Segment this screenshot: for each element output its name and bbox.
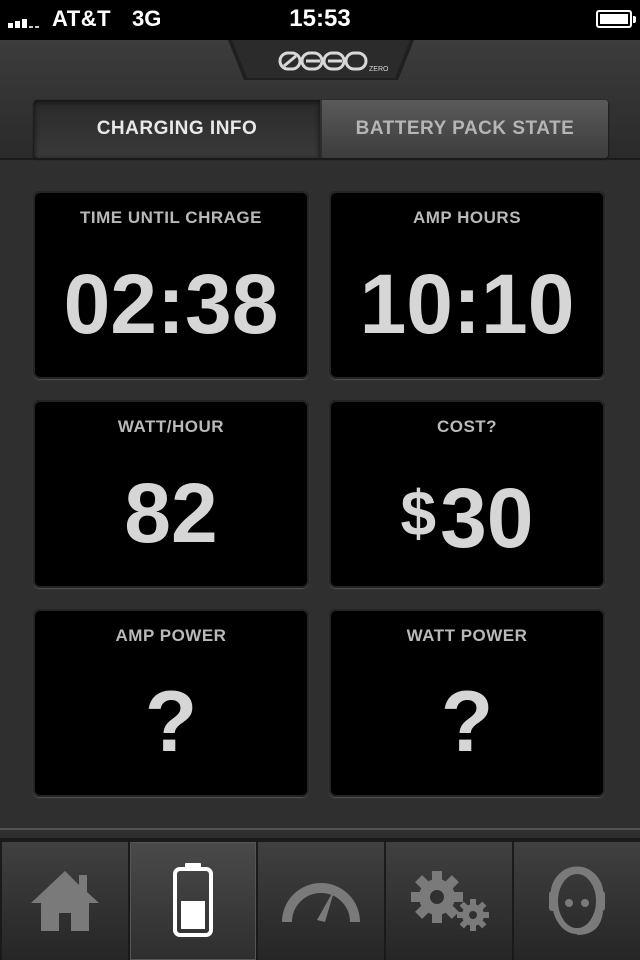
tile-value: 02:38 xyxy=(63,257,279,351)
battery-icon xyxy=(173,863,213,937)
divider xyxy=(0,158,640,160)
watt-power-tile: WATT POWER ? xyxy=(329,609,605,797)
tile-label: TIME UNTIL CHRAGE xyxy=(80,208,262,227)
tab-settings[interactable] xyxy=(386,842,512,960)
tab-battery[interactable] xyxy=(130,842,256,960)
tab-speedometer[interactable] xyxy=(258,842,384,960)
cost-tile: COST? $30 xyxy=(329,400,605,588)
home-icon xyxy=(31,871,99,931)
speedometer-icon xyxy=(282,883,360,923)
divider xyxy=(0,828,640,830)
tab-support[interactable] xyxy=(514,842,640,960)
tab-battery-pack-state[interactable]: BATTERY PACK STATE xyxy=(322,100,608,158)
info-segmented-control: CHARGING INFO BATTERY PACK STATE xyxy=(34,100,608,158)
tile-label: WATT POWER xyxy=(406,626,528,645)
cost-amount: 30 xyxy=(440,471,534,565)
time-until-charge-tile: TIME UNTIL CHRAGE 02:38 xyxy=(33,191,309,379)
amp-power-tile: AMP POWER ? xyxy=(33,609,309,797)
watt-hour-tile: WATT/HOUR 82 xyxy=(33,400,309,588)
status-time: 15:53 xyxy=(289,5,351,32)
tile-value: 10:10 xyxy=(359,257,575,351)
zero-logo: ZERO xyxy=(228,40,414,82)
tile-value: 82 xyxy=(124,466,218,560)
gears-icon xyxy=(411,871,489,931)
tile-value: ? xyxy=(144,674,198,770)
tab-home[interactable] xyxy=(2,842,128,960)
tile-value: $30 xyxy=(329,468,605,563)
tile-label: AMP POWER xyxy=(115,626,227,645)
tile-value: ? xyxy=(440,674,494,770)
tile-label: WATT/HOUR xyxy=(117,417,225,436)
amp-hours-tile: AMP HOURS 10:10 xyxy=(329,191,605,379)
tab-charging-info[interactable]: CHARGING INFO xyxy=(34,100,320,158)
tile-label: COST? xyxy=(436,417,498,436)
svg-text:ZERO: ZERO xyxy=(369,66,389,73)
battery-status-icon xyxy=(596,10,636,28)
status-bar: AT&T 3G 15:53 xyxy=(0,0,640,40)
support-headset-icon xyxy=(549,866,605,935)
app-header: ZERO CHARGING INFO BATTERY PACK STATE xyxy=(0,40,640,160)
tab-bar xyxy=(0,838,640,960)
tile-label: AMP HOURS xyxy=(412,208,522,227)
currency-symbol: $ xyxy=(400,477,437,549)
